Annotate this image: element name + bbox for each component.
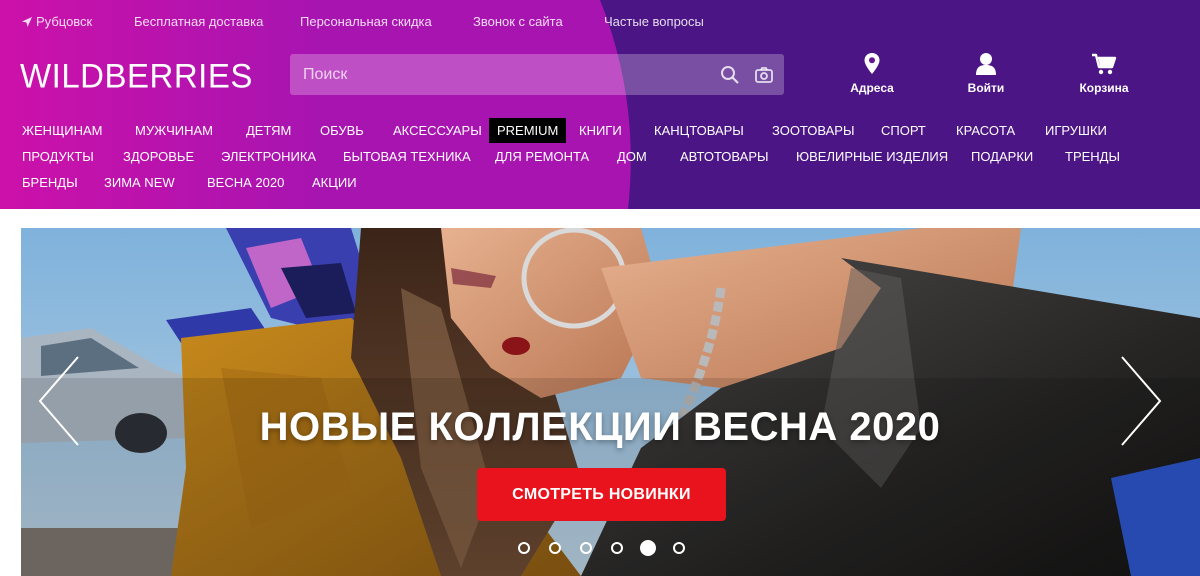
menu-item-jewelry[interactable]: Ювелирные изделия: [796, 149, 948, 164]
menu-item-repair[interactable]: Для ремонта: [495, 149, 589, 164]
search-box: [290, 54, 784, 95]
menu-item-kids[interactable]: Детям: [246, 123, 291, 138]
menu-item-spring-2020[interactable]: Весна 2020: [207, 175, 284, 190]
hero-banner[interactable]: [21, 228, 1200, 576]
menu-item-food[interactable]: Продукты: [22, 149, 94, 164]
menu-item-sales[interactable]: Акции: [312, 175, 357, 190]
menu-item-electronics[interactable]: Электроника: [221, 149, 316, 164]
menu-item-brands[interactable]: Бренды: [22, 175, 78, 190]
map-pin-icon: [864, 53, 880, 74]
location-link[interactable]: Рубцовск: [22, 14, 92, 29]
location-arrow-icon: [22, 17, 32, 27]
menu-item-toys[interactable]: Игрушки: [1045, 123, 1107, 138]
login-button[interactable]: Войти: [946, 52, 1026, 100]
menu-item-shoes[interactable]: Обувь: [320, 123, 364, 138]
login-label: Войти: [967, 81, 1005, 95]
menu-item-gifts[interactable]: Подарки: [971, 149, 1033, 164]
top-bar: Рубцовск Бесплатная доставка Персональна…: [0, 0, 1200, 44]
menu-item-men[interactable]: Мужчинам: [135, 123, 213, 138]
cart-label: Корзина: [1079, 81, 1129, 95]
site-header: Рубцовск Бесплатная доставка Персональна…: [0, 0, 1200, 209]
view-new-arrivals-button[interactable]: СМОТРЕТЬ НОВИНКИ: [477, 468, 726, 521]
camera-icon[interactable]: [754, 65, 774, 85]
menu-item-premium[interactable]: PREMIUM: [489, 118, 567, 143]
cart-button[interactable]: Корзина: [1064, 52, 1144, 100]
pagination-dot-1[interactable]: [518, 542, 530, 554]
pagination-dot-4[interactable]: [611, 542, 623, 554]
pagination-dot-3[interactable]: [580, 542, 592, 554]
search-icon[interactable]: [720, 65, 740, 85]
menu-item-beauty[interactable]: Красота: [956, 123, 1015, 138]
callback-link[interactable]: Звонок с сайта: [473, 14, 563, 29]
menu-item-accessories[interactable]: Аксессуары: [393, 123, 482, 138]
free-delivery-link[interactable]: Бесплатная доставка: [134, 14, 263, 29]
addresses-button[interactable]: Адреса: [832, 52, 912, 100]
menu-item-health[interactable]: Здоровье: [123, 149, 194, 164]
location-label: Рубцовск: [36, 14, 93, 29]
banner-photo: [21, 228, 1200, 576]
banner-title: НОВЫЕ КОЛЛЕКЦИИ ВЕСНА 2020: [259, 405, 941, 449]
menu-item-winter-new[interactable]: Зима NEW: [104, 175, 175, 190]
menu-item-books[interactable]: Книги: [579, 123, 622, 138]
search-input[interactable]: [290, 54, 710, 95]
cart-icon: [1092, 53, 1117, 75]
menu-item-trends[interactable]: Тренды: [1065, 149, 1120, 164]
pagination-dot-6[interactable]: [673, 542, 685, 554]
menu-item-women[interactable]: Женщинам: [22, 123, 102, 138]
site-logo[interactable]: WILDBERRIES: [20, 56, 253, 96]
menu-item-pet-goods[interactable]: Зоотовары: [772, 123, 855, 138]
addresses-label: Адреса: [850, 81, 894, 95]
menu-item-auto[interactable]: Автотовары: [680, 149, 769, 164]
menu-item-home[interactable]: Дом: [617, 149, 647, 164]
pagination-dot-5[interactable]: [640, 540, 656, 556]
menu-item-appliances[interactable]: Бытовая техника: [343, 149, 471, 164]
menu-item-stationery[interactable]: Канцтовары: [654, 123, 744, 138]
user-icon: [976, 53, 996, 75]
faq-link[interactable]: Частые вопросы: [604, 14, 704, 29]
pagination-dot-2[interactable]: [549, 542, 561, 554]
personal-discount-link[interactable]: Персональная скидка: [300, 14, 432, 29]
menu-item-sport[interactable]: Спорт: [881, 123, 926, 138]
